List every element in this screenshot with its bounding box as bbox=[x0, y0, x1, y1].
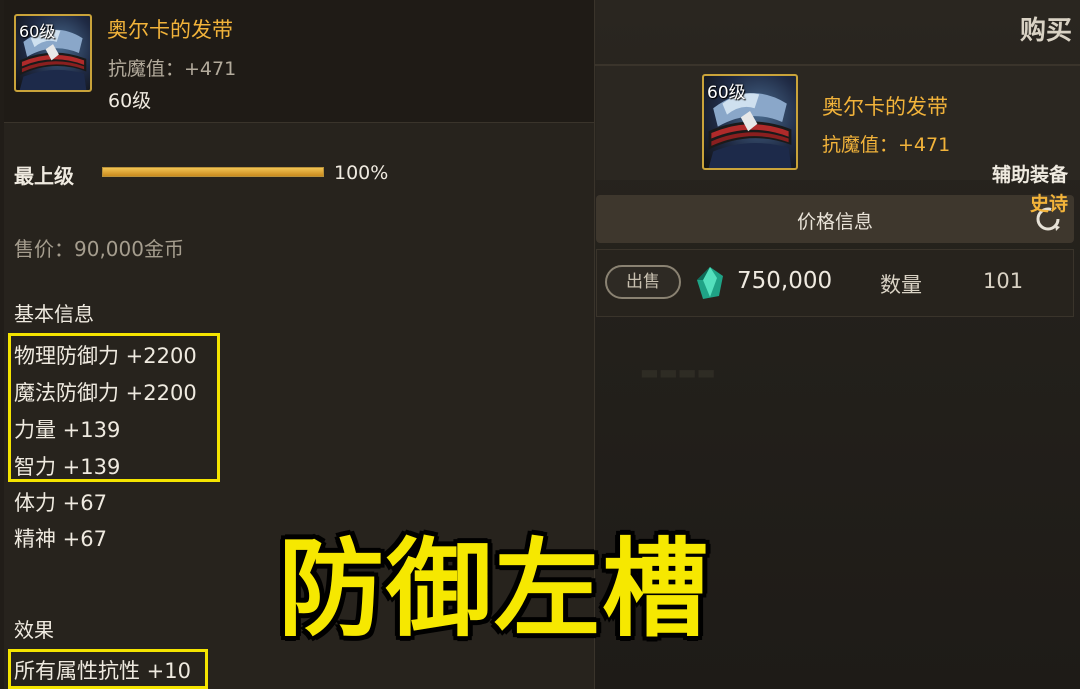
grade-label: 最上级 bbox=[14, 164, 74, 188]
quantity-value: 101 bbox=[983, 269, 1024, 293]
tooltip-header-stat: 抗魔值：+471 bbox=[108, 58, 237, 80]
highlight-box-defense bbox=[8, 333, 220, 482]
attribute-line: 体力 +67 bbox=[14, 491, 107, 515]
listing-price: 750,000 bbox=[737, 268, 833, 294]
grade-percent: 100% bbox=[334, 162, 389, 184]
shop-item-icon[interactable]: 60级 bbox=[702, 74, 798, 170]
attribute-line: 精神 +67 bbox=[14, 527, 107, 551]
slot-type: 辅助装备 bbox=[991, 164, 1068, 186]
overlay-caption: 防御左槽 bbox=[278, 528, 710, 651]
price-info-title: 价格信息 bbox=[796, 211, 873, 233]
tooltip-icon-level: 60级 bbox=[19, 22, 56, 41]
highlight-box-effect bbox=[8, 649, 208, 689]
shop-item-name: 奥尔卡的发带 bbox=[822, 95, 948, 119]
rarity-label: 史诗 bbox=[1029, 193, 1068, 215]
tooltip-item-name: 奥尔卡的发带 bbox=[107, 18, 233, 42]
price-info-bar: 价格信息 bbox=[596, 195, 1074, 243]
tooltip-item-icon: 60级 bbox=[14, 14, 92, 92]
sell-button[interactable]: 出售 bbox=[605, 265, 681, 299]
shop-item-stat: 抗魔值：+471 bbox=[822, 134, 951, 156]
quantity-label: 数量 bbox=[880, 273, 922, 297]
buy-title: 购买 bbox=[1020, 16, 1073, 46]
effect-title: 效果 bbox=[14, 618, 54, 642]
shop-icon-level: 60级 bbox=[707, 83, 746, 103]
tooltip-header bbox=[4, 0, 594, 123]
basic-info-title: 基本信息 bbox=[14, 302, 94, 326]
sell-price: 售价：90,000金币 bbox=[14, 237, 184, 261]
market-listing-row[interactable]: 出售 750,000 数量 101 bbox=[596, 249, 1074, 317]
ghost-text: ▬▬▬▬ bbox=[640, 360, 716, 384]
gem-currency-icon bbox=[697, 267, 723, 299]
tooltip-required-level: 60级 bbox=[108, 90, 152, 112]
grade-progress-bar bbox=[102, 167, 324, 177]
grade-progress-fill bbox=[103, 168, 323, 176]
